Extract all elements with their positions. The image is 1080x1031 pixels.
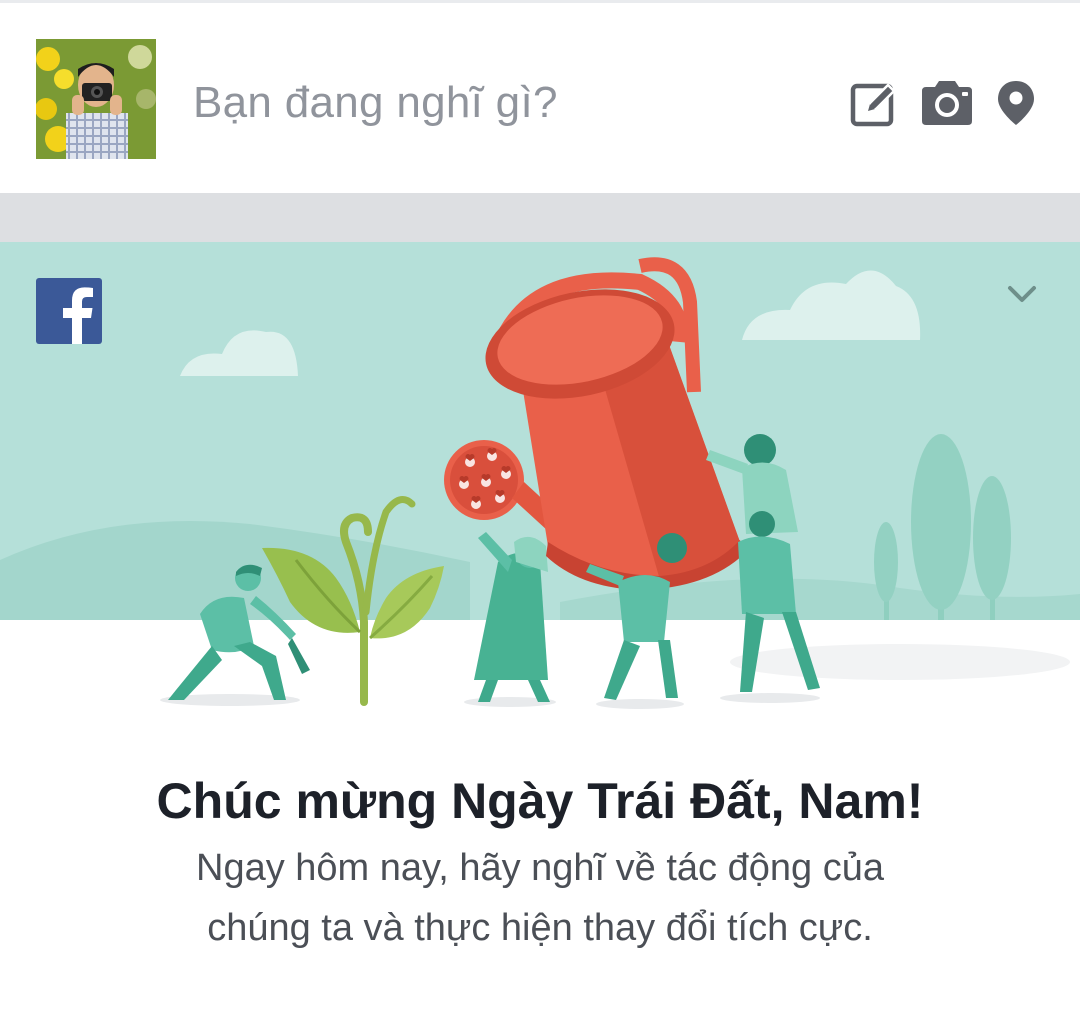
card-title: Chúc mừng Ngày Trái Đất, Nam! [156,773,924,829]
location-pin-icon[interactable] [996,79,1036,127]
earth-day-illustration [0,242,1080,712]
feed-separator [0,193,1080,242]
avatar[interactable] [36,39,156,159]
avatar-photo [36,39,156,159]
chevron-down-icon[interactable] [1002,276,1042,310]
edit-icon[interactable] [850,79,898,127]
illustration-art [0,242,1080,712]
facebook-logo-icon [36,278,102,344]
composer-actions [850,73,1036,133]
status-input[interactable]: Bạn đang nghĩ gì? [193,73,793,133]
camera-icon[interactable] [918,79,976,127]
card-message: Ngay hôm nay, hãy nghĩ về tác động của c… [196,847,884,949]
status-composer: Bạn đang nghĩ gì? [0,0,1080,193]
earth-day-card: Chúc mừng Ngày Trái Đất, Nam! Ngay hôm n… [0,242,1080,1031]
